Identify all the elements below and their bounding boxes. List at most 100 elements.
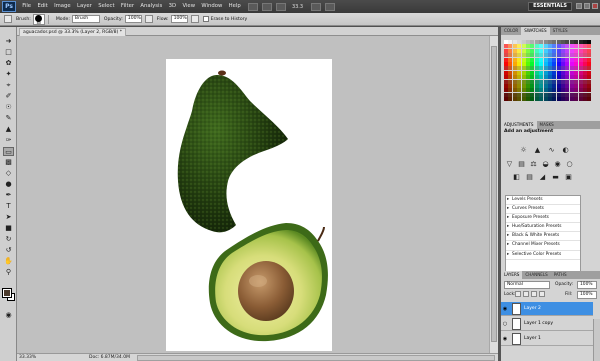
color-swatch[interactable] <box>530 83 535 88</box>
color-swatch[interactable] <box>556 83 561 88</box>
color-swatch[interactable] <box>552 61 557 66</box>
color-swatch[interactable] <box>517 97 522 102</box>
color-swatch[interactable] <box>556 53 561 58</box>
color-swatch[interactable] <box>508 57 513 62</box>
color-swatch[interactable] <box>561 92 566 97</box>
color-swatch[interactable] <box>569 53 574 58</box>
color-swatch[interactable] <box>521 97 526 102</box>
color-swatch[interactable] <box>534 44 539 49</box>
layer-name[interactable]: Layer 1 <box>524 336 541 341</box>
color-swatch[interactable] <box>543 75 548 80</box>
color-swatch[interactable] <box>508 48 513 53</box>
layer-row-layer-2[interactable]: ◉ Layer 2 <box>501 302 593 316</box>
color-swatch[interactable] <box>543 44 548 49</box>
screen-mode-icon[interactable] <box>325 2 336 11</box>
color-swatch[interactable] <box>525 83 530 88</box>
lock-position-icon[interactable] <box>531 291 537 297</box>
color-swatch[interactable] <box>583 40 588 44</box>
color-swatch[interactable] <box>512 57 517 62</box>
color-swatch[interactable] <box>517 44 522 49</box>
color-swatch[interactable] <box>508 53 513 58</box>
history-brush-tool-icon[interactable]: ✑ <box>3 136 14 145</box>
color-swatch[interactable] <box>561 75 566 80</box>
color-swatch[interactable] <box>569 66 574 71</box>
color-swatch[interactable] <box>583 79 588 84</box>
color-swatch[interactable] <box>504 92 508 97</box>
color-swatch[interactable] <box>561 57 566 62</box>
color-swatch[interactable] <box>508 83 513 88</box>
quick-selection-tool-icon[interactable]: ✦ <box>3 70 14 79</box>
color-swatch[interactable] <box>569 79 574 84</box>
color-swatch[interactable] <box>539 57 544 62</box>
3d-rotate-tool-icon[interactable]: ↻ <box>3 235 14 244</box>
color-swatch[interactable] <box>583 61 588 66</box>
color-swatch[interactable] <box>517 70 522 75</box>
lock-all-icon[interactable] <box>539 291 545 297</box>
color-swatch[interactable] <box>521 83 526 88</box>
color-swatch[interactable] <box>565 70 570 75</box>
color-swatch[interactable] <box>543 92 548 97</box>
color-swatch[interactable] <box>517 66 522 71</box>
color-swatch[interactable] <box>561 66 566 71</box>
gradient-tool-icon[interactable]: ▩ <box>3 158 14 167</box>
color-swatch[interactable] <box>530 57 535 62</box>
curves-icon[interactable]: ∿ <box>547 146 556 154</box>
color-swatch[interactable] <box>543 66 548 71</box>
layers-scrollbar[interactable] <box>593 319 600 361</box>
color-swatch[interactable] <box>504 83 508 88</box>
menu-analysis[interactable]: Analysis <box>137 0 165 13</box>
workspace-switcher[interactable]: ESSENTIALS <box>528 2 572 11</box>
posterize-icon[interactable]: ▤ <box>525 173 534 181</box>
color-swatch[interactable] <box>525 48 530 53</box>
zoom-tool-icon[interactable] <box>275 2 286 11</box>
color-swatch[interactable] <box>530 70 535 75</box>
path-selection-tool-icon[interactable]: ➤ <box>3 213 14 222</box>
color-swatch[interactable] <box>521 48 526 53</box>
color-swatch[interactable] <box>578 53 583 58</box>
color-swatch[interactable] <box>552 70 557 75</box>
color-swatch[interactable] <box>543 40 548 44</box>
blend-mode-select[interactable]: Normal <box>504 281 550 289</box>
preset-channel-mixer[interactable]: Channel Mixer Presets <box>506 241 580 251</box>
lock-pixels-icon[interactable] <box>523 291 529 297</box>
color-swatch[interactable] <box>525 75 530 80</box>
color-swatch[interactable] <box>569 61 574 66</box>
color-swatch[interactable] <box>525 44 530 49</box>
color-swatch[interactable] <box>565 97 570 102</box>
tab-swatches[interactable]: SWATCHES <box>521 27 550 35</box>
color-swatch[interactable] <box>517 48 522 53</box>
color-swatch[interactable] <box>539 97 544 102</box>
color-swatch[interactable] <box>525 92 530 97</box>
color-swatch[interactable] <box>534 97 539 102</box>
color-swatch[interactable] <box>578 79 583 84</box>
color-swatch[interactable] <box>517 40 522 44</box>
color-swatch[interactable] <box>508 61 513 66</box>
invert-icon[interactable]: ◧ <box>512 173 521 181</box>
scrollbar-thumb[interactable] <box>491 46 497 342</box>
color-swatch[interactable] <box>552 48 557 53</box>
color-swatch[interactable] <box>530 61 535 66</box>
color-swatch[interactable] <box>565 75 570 80</box>
color-swatch[interactable] <box>574 88 579 93</box>
color-swatch[interactable] <box>508 44 513 49</box>
color-swatch[interactable] <box>512 70 517 75</box>
color-swatch[interactable] <box>578 92 583 97</box>
color-swatch[interactable] <box>587 79 592 84</box>
color-swatch[interactable] <box>539 61 544 66</box>
color-swatch[interactable] <box>587 48 592 53</box>
color-swatch[interactable] <box>534 61 539 66</box>
color-swatch[interactable] <box>539 66 544 71</box>
color-swatch[interactable] <box>517 83 522 88</box>
color-swatch[interactable] <box>556 88 561 93</box>
color-swatch[interactable] <box>561 61 566 66</box>
arrange-documents-icon[interactable] <box>311 2 322 11</box>
preset-exposure[interactable]: Exposure Presets <box>506 214 580 224</box>
color-swatch[interactable] <box>583 53 588 58</box>
color-swatch[interactable] <box>569 83 574 88</box>
tab-layers[interactable]: LAYERS <box>501 271 523 279</box>
color-swatch[interactable] <box>583 48 588 53</box>
color-swatch[interactable] <box>504 88 508 93</box>
color-swatch[interactable] <box>587 83 592 88</box>
color-swatch[interactable] <box>569 70 574 75</box>
color-swatch[interactable] <box>569 44 574 49</box>
